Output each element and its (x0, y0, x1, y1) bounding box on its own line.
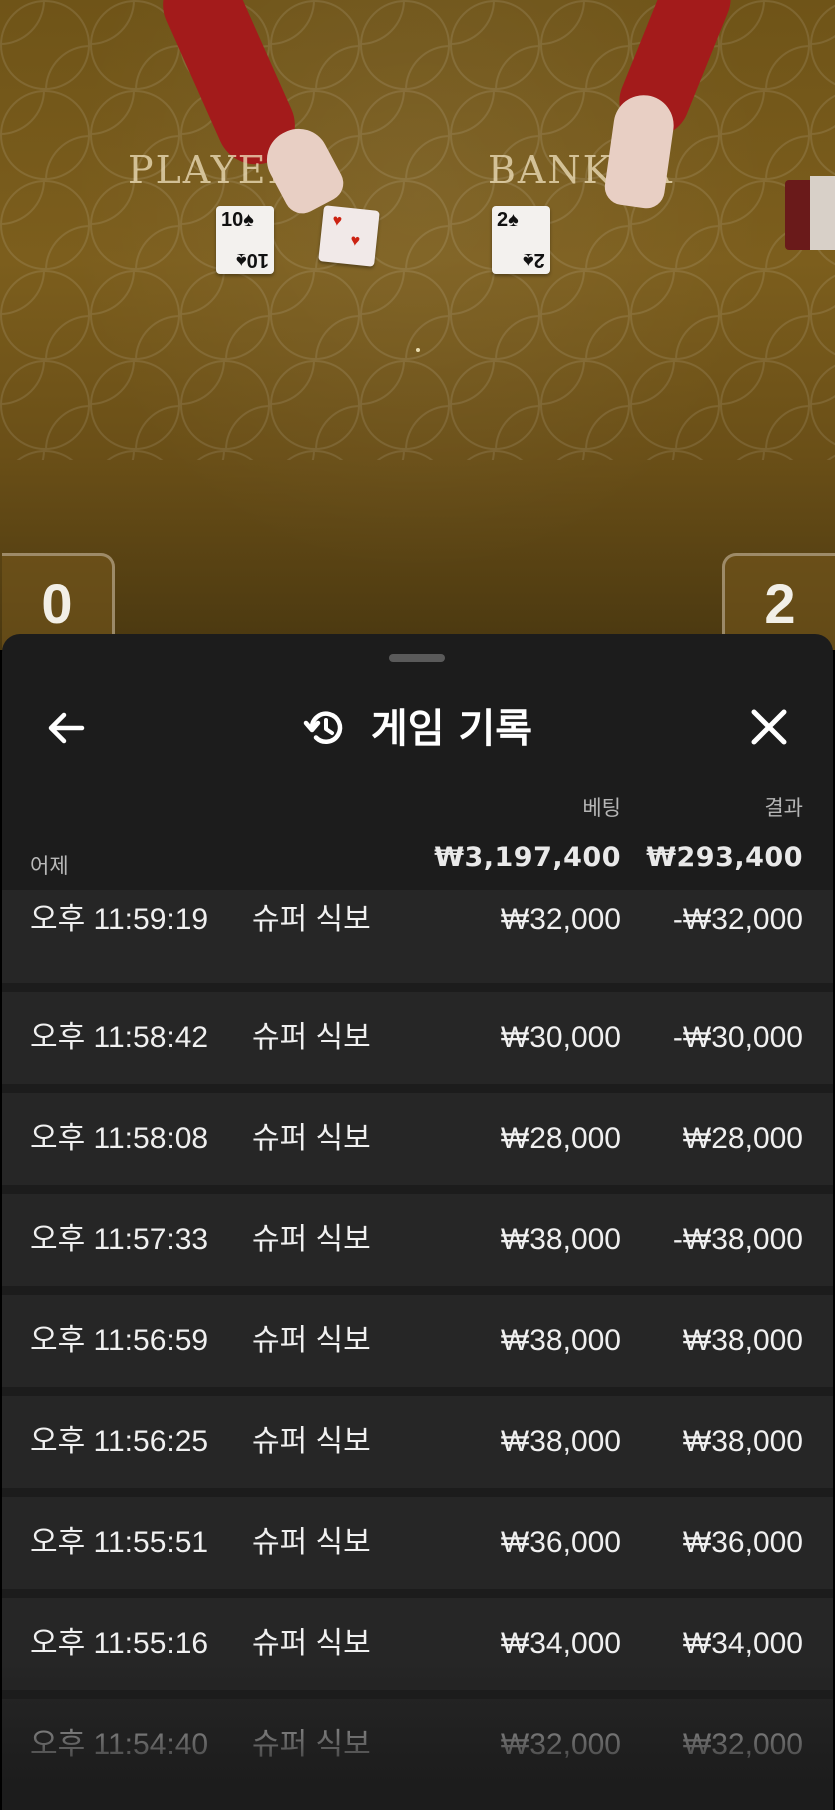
history-row[interactable]: 오후 11:55:16 슈퍼 식보 ₩34,000 ₩34,000 (2, 1598, 833, 1690)
row-time: 오후 11:58:42 (30, 1021, 209, 1054)
row-bet: ₩34,000 (500, 1627, 621, 1660)
history-row[interactable]: 오후 11:58:08 슈퍼 식보 ₩28,000 ₩28,000 (2, 1093, 833, 1185)
history-row[interactable]: 오후 11:54:40 슈퍼 식보 ₩32,000 ₩32,000 (2, 1699, 833, 1791)
close-button[interactable] (744, 702, 794, 752)
total-result: ₩293,400 (646, 842, 803, 873)
row-time: 오후 11:56:25 (30, 1425, 209, 1458)
row-time: 오후 11:55:51 (30, 1526, 209, 1559)
row-bet: ₩38,000 (500, 1223, 621, 1256)
row-game: 슈퍼 식보 (252, 903, 371, 936)
history-row[interactable]: 오후 11:59:19 슈퍼 식보 ₩32,000 -₩32,000 (2, 890, 833, 983)
row-bet: ₩36,000 (500, 1526, 621, 1559)
row-result: ₩36,000 (682, 1526, 803, 1559)
history-row[interactable]: 오후 11:57:33 슈퍼 식보 ₩38,000 -₩38,000 (2, 1194, 833, 1286)
live-table-video: PLAYER BANKER 10♠ 10♠ ♥ ♥ 2♠ 2♠ 0 2 (0, 0, 835, 650)
history-row[interactable]: 오후 11:56:25 슈퍼 식보 ₩38,000 ₩38,000 (2, 1396, 833, 1488)
row-time: 오후 11:59:19 (30, 903, 209, 936)
row-game: 슈퍼 식보 (252, 1223, 371, 1256)
row-bet: ₩38,000 (500, 1425, 621, 1458)
row-game: 슈퍼 식보 (252, 1627, 371, 1660)
history-icon (303, 711, 343, 744)
heart-pip-icon: ♥ (349, 232, 361, 251)
sheet-drag-handle[interactable] (389, 654, 445, 662)
row-result: -₩38,000 (672, 1223, 803, 1256)
row-result: ₩38,000 (682, 1324, 803, 1357)
game-history-sheet: 게임 기록 베팅 결과 어제 ₩3,197,400 ₩293,400 오후 11… (2, 634, 833, 1810)
player-card-rank-bottom: 10♠ (236, 249, 269, 271)
heart-pip-icon: ♥ (331, 212, 343, 231)
player-card-rank: 10♠ (221, 209, 254, 231)
player-card: 10♠ 10♠ (216, 206, 274, 274)
row-time: 오후 11:56:59 (30, 1324, 209, 1357)
player-card-face-down: ♥ ♥ (318, 205, 380, 267)
row-game: 슈퍼 식보 (252, 1526, 371, 1559)
history-row[interactable]: 오후 11:55:51 슈퍼 식보 ₩36,000 ₩36,000 (2, 1497, 833, 1589)
history-row[interactable]: 오후 11:56:59 슈퍼 식보 ₩38,000 ₩38,000 (2, 1295, 833, 1387)
row-time: 오후 11:55:16 (30, 1627, 209, 1660)
row-result: ₩32,000 (682, 1728, 803, 1761)
column-headers: 베팅 결과 (2, 792, 833, 822)
row-result: -₩32,000 (672, 903, 803, 936)
column-header-result: 결과 (764, 796, 803, 820)
row-bet: ₩32,000 (500, 1728, 621, 1761)
row-bet: ₩28,000 (500, 1122, 621, 1155)
table-marker (416, 348, 420, 352)
history-row[interactable]: 오후 11:58:42 슈퍼 식보 ₩30,000 -₩30,000 (2, 992, 833, 1084)
row-result: ₩34,000 (682, 1627, 803, 1660)
close-icon (751, 709, 787, 745)
row-game: 슈퍼 식보 (252, 1728, 371, 1761)
row-result: -₩30,000 (672, 1021, 803, 1054)
felt-pattern (0, 0, 835, 460)
row-game: 슈퍼 식보 (252, 1021, 371, 1054)
row-result: ₩28,000 (682, 1122, 803, 1155)
day-label: 어제 (30, 854, 69, 878)
row-bet: ₩32,000 (500, 903, 621, 936)
column-header-bet: 베팅 (582, 796, 621, 820)
banker-card-rank-bottom: 2♠ (523, 249, 545, 271)
sheet-title: 게임 기록 (370, 706, 533, 752)
row-time: 오후 11:57:33 (30, 1223, 209, 1256)
sheet-header: 게임 기록 (2, 674, 833, 774)
row-result: ₩38,000 (682, 1425, 803, 1458)
row-time: 오후 11:54:40 (30, 1728, 209, 1761)
sheet-title-wrap: 게임 기록 (2, 702, 833, 756)
row-bet: ₩38,000 (500, 1324, 621, 1357)
row-bet: ₩30,000 (500, 1021, 621, 1054)
history-list: 오후 11:59:19 슈퍼 식보 ₩32,000 -₩32,000 오후 11… (2, 890, 833, 1800)
banker-card: 2♠ 2♠ (492, 206, 550, 274)
banker-card-rank: 2♠ (497, 209, 519, 231)
row-game: 슈퍼 식보 (252, 1324, 371, 1357)
row-time: 오후 11:58:08 (30, 1122, 209, 1155)
row-game: 슈퍼 식보 (252, 1425, 371, 1458)
total-bet: ₩3,197,400 (434, 842, 621, 873)
day-summary-row: 어제 ₩3,197,400 ₩293,400 (2, 842, 833, 882)
row-game: 슈퍼 식보 (252, 1122, 371, 1155)
card-shoe-cards (810, 176, 835, 250)
